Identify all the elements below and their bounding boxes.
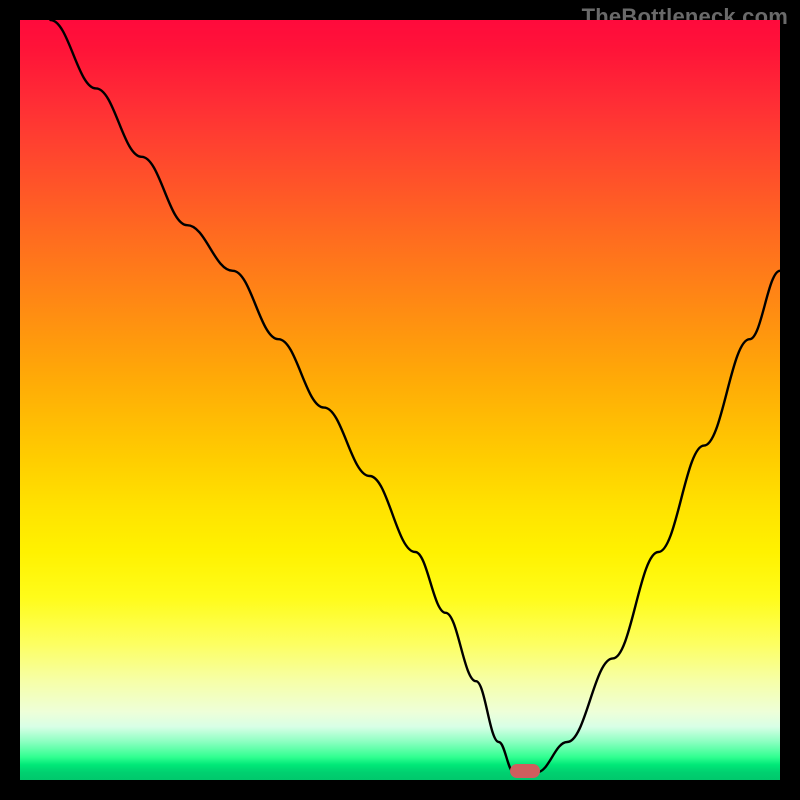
plot-area: [20, 20, 780, 780]
bottleneck-curve: [20, 20, 780, 780]
chart-container: TheBottleneck.com: [0, 0, 800, 800]
optimum-marker: [510, 764, 540, 778]
